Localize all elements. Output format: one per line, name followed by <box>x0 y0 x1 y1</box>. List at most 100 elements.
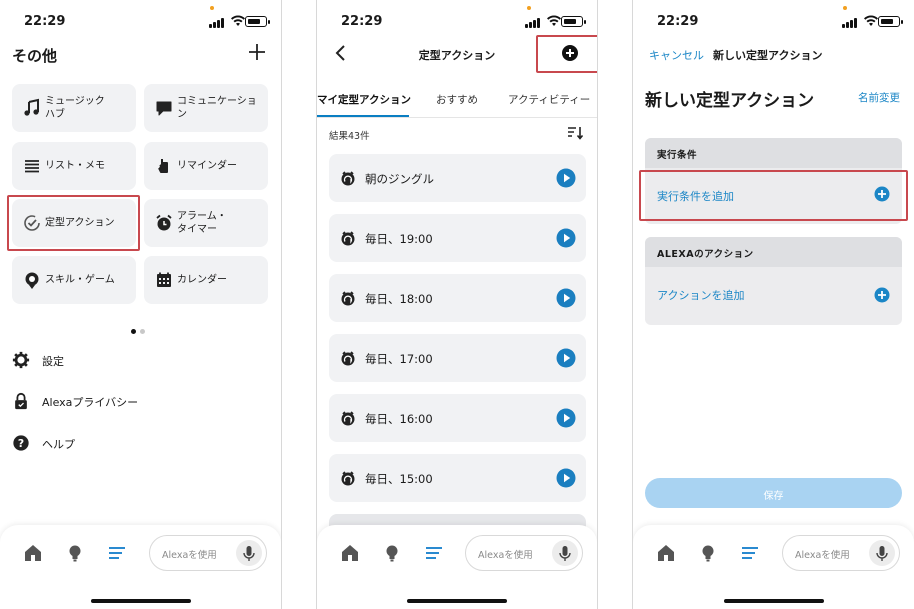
devices-bulb-icon[interactable] <box>697 543 719 563</box>
music-note-icon <box>24 98 39 116</box>
alexa-placeholder: Alexaを使用 <box>478 550 533 561</box>
results-count: 結果43件 <box>329 131 370 142</box>
add-icon[interactable] <box>247 42 267 62</box>
status-bar: 22:29 <box>317 0 597 40</box>
reminder-hand-icon <box>158 159 168 173</box>
bottom-nav: Alexaを使用 <box>317 525 597 609</box>
more-menu-icon[interactable] <box>106 543 128 563</box>
microphone-icon <box>559 546 571 561</box>
grid-item-label: アラーム・ タイマー <box>177 211 227 235</box>
routine-alexa-icon <box>341 351 355 366</box>
routine-name: 朝のジングル <box>365 172 434 186</box>
new-routine-screen: 22:29 キャンセル 新しい定型アクション 新しい定型アクション 名前変更 実… <box>632 0 914 609</box>
grid-item-label: カレンダー <box>177 274 227 286</box>
routine-card[interactable]: 毎日、19:00 <box>329 214 586 262</box>
page-indicator <box>131 319 149 338</box>
routine-name: 毎日、16:00 <box>365 412 433 426</box>
add-circle-icon <box>874 186 890 202</box>
play-icon[interactable] <box>556 288 576 308</box>
alarm-clock-icon <box>156 214 172 231</box>
grid-item-label: リスト・メモ <box>45 160 105 172</box>
grid-item-alarms-timers[interactable]: アラーム・ タイマー <box>144 199 268 247</box>
list-icon <box>25 160 39 173</box>
add-trigger-row[interactable]: 実行条件を追加 <box>645 168 902 224</box>
routine-alexa-icon <box>341 171 355 186</box>
tab-bar: マイ定型アクション おすすめ アクティビティー <box>317 92 597 120</box>
add-circle-icon <box>874 287 890 303</box>
play-icon[interactable] <box>556 408 576 428</box>
rename-button[interactable]: 名前変更 <box>858 90 900 105</box>
mic-button[interactable] <box>236 540 262 566</box>
grid-item-calendar[interactable]: カレンダー <box>144 256 268 304</box>
grid-item-music-hub[interactable]: ミュージック ハブ <box>12 84 136 132</box>
routine-card[interactable]: 毎日、17:00 <box>329 334 586 382</box>
tab-activity[interactable]: アクティビティー <box>508 92 590 107</box>
routine-alexa-icon <box>341 411 355 426</box>
chat-bubble-icon <box>156 101 172 116</box>
alexa-input[interactable]: Alexaを使用 <box>782 535 900 571</box>
grid-item-communication[interactable]: コミュニケーション <box>144 84 268 132</box>
status-bar: 22:29 <box>0 0 281 40</box>
home-icon[interactable] <box>655 543 677 563</box>
status-time: 22:29 <box>341 14 383 29</box>
menu-item-label: 設定 <box>42 355 64 368</box>
home-icon[interactable] <box>339 543 361 563</box>
privacy-dot <box>527 6 531 10</box>
alexa-placeholder: Alexaを使用 <box>795 550 850 561</box>
routine-card[interactable]: 毎日、15:00 <box>329 454 586 502</box>
bottom-nav: Alexaを使用 <box>633 525 914 609</box>
page-title: その他 <box>12 47 58 65</box>
play-icon[interactable] <box>556 228 576 248</box>
mic-button[interactable] <box>552 540 578 566</box>
more-menu-icon[interactable] <box>739 543 761 563</box>
alexa-input[interactable]: Alexaを使用 <box>465 535 583 571</box>
action-section: ALEXAのアクション アクションを追加 <box>645 237 902 325</box>
wifi-icon <box>231 15 245 26</box>
alexa-placeholder: Alexaを使用 <box>162 550 217 561</box>
skill-badge-icon <box>25 272 39 289</box>
add-action-label: アクションを追加 <box>657 289 745 302</box>
gear-icon <box>12 351 30 369</box>
privacy-dot <box>210 6 214 10</box>
status-time: 22:29 <box>24 14 66 29</box>
save-button[interactable]: 保存 <box>645 478 902 508</box>
more-menu-icon[interactable] <box>423 543 445 563</box>
routine-card[interactable]: 毎日、16:00 <box>329 394 586 442</box>
routine-card[interactable]: 毎日、18:00 <box>329 274 586 322</box>
routine-alexa-icon <box>341 291 355 306</box>
play-icon[interactable] <box>556 348 576 368</box>
alexa-input[interactable]: Alexaを使用 <box>149 535 267 571</box>
cancel-button[interactable]: キャンセル <box>649 47 704 63</box>
add-action-row[interactable]: アクションを追加 <box>645 267 902 325</box>
routine-name: 毎日、18:00 <box>365 292 433 306</box>
mic-button[interactable] <box>869 540 895 566</box>
tab-recommended[interactable]: おすすめ <box>436 92 478 107</box>
home-icon[interactable] <box>22 543 44 563</box>
menu-item-help[interactable]: ? ヘルプ <box>12 433 262 455</box>
routine-card[interactable]: 朝のジングル <box>329 154 586 202</box>
add-routine-icon[interactable] <box>561 44 579 62</box>
tab-my-routines[interactable]: マイ定型アクション <box>317 92 411 107</box>
play-icon[interactable] <box>556 468 576 488</box>
play-icon[interactable] <box>556 168 576 188</box>
menu-item-settings[interactable]: 設定 <box>12 350 262 372</box>
devices-bulb-icon[interactable] <box>381 543 403 563</box>
routine-check-icon <box>24 215 40 231</box>
sort-icon[interactable] <box>567 126 583 140</box>
grid-item-label: ミュージック ハブ <box>45 96 105 120</box>
menu-item-alexa-privacy[interactable]: Alexaプライバシー <box>12 391 262 413</box>
home-indicator <box>407 599 507 603</box>
grid-item-skills-games[interactable]: スキル・ゲーム <box>12 256 136 304</box>
active-tab-indicator <box>317 115 409 117</box>
wifi-icon <box>864 15 878 26</box>
menu-item-label: ヘルプ <box>42 438 75 451</box>
devices-bulb-icon[interactable] <box>64 543 86 563</box>
grid-item-lists-notes[interactable]: リスト・メモ <box>12 142 136 190</box>
grid-item-routines[interactable]: 定型アクション <box>12 199 136 247</box>
grid-item-reminders[interactable]: リマインダー <box>144 142 268 190</box>
battery-icon <box>878 16 903 27</box>
routine-name: 毎日、19:00 <box>365 232 433 246</box>
routine-alexa-icon <box>341 471 355 486</box>
svg-text:?: ? <box>18 437 24 450</box>
page-title: 定型アクション <box>418 49 496 62</box>
